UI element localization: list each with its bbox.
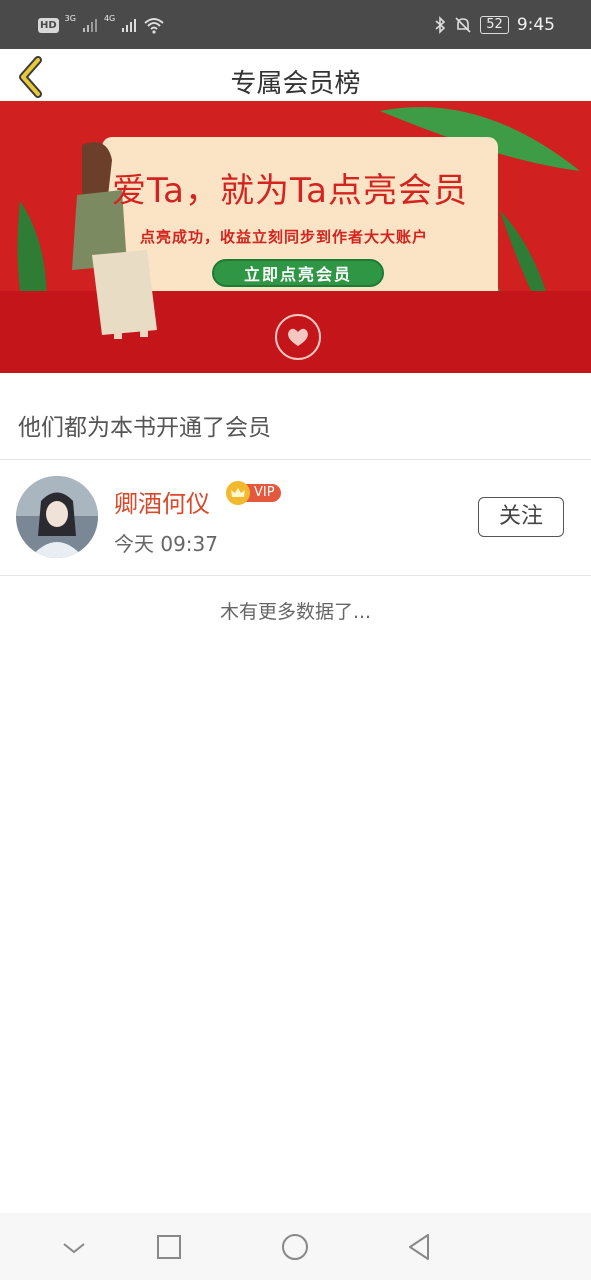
banner-subtitle: 点亮成功，收益立刻同步到作者大大账户: [140, 228, 429, 246]
status-right: 52 9:45: [434, 12, 555, 38]
nav-home-button[interactable]: [277, 1230, 313, 1266]
vip-badge: VIP: [226, 481, 281, 505]
banner-title: 爱Ta，就为Ta点亮会员: [112, 171, 468, 211]
light-up-member-button[interactable]: 立即点亮会员: [212, 259, 384, 287]
member-time: 今天 09:37: [114, 532, 218, 556]
no-more-data-text: 木有更多数据了...: [219, 601, 372, 623]
promo-banner[interactable]: 爱Ta，就为Ta点亮会员 点亮成功，收益立刻同步到作者大大账户 立即点亮会员: [0, 101, 591, 373]
app-header: 专属会员榜: [0, 49, 591, 101]
network-4g-label: 4G: [103, 13, 116, 23]
chevron-down-icon: [63, 1243, 85, 1254]
list-item[interactable]: 卿酒何仪 VIP 今天 09:37 关注: [0, 460, 591, 575]
heart-seal-icon: [275, 314, 321, 360]
nav-recents-button[interactable]: [151, 1230, 187, 1266]
status-bar: HD 3G 4G 52 9:45: [0, 0, 591, 49]
status-left: HD 3G 4G: [38, 12, 165, 38]
clock: 9:45: [516, 15, 555, 35]
crown-icon: [226, 481, 250, 505]
follow-button[interactable]: 关注: [478, 497, 564, 537]
mute-bell-icon: [455, 17, 471, 33]
signal-icon: [82, 19, 97, 32]
avatar[interactable]: [16, 476, 98, 558]
triangle-back-icon: [409, 1234, 429, 1260]
network-3g-label: 3G: [64, 13, 76, 23]
nav-down-button[interactable]: [56, 1230, 92, 1266]
page-title: 专属会员榜: [230, 69, 361, 99]
system-nav-bar: [0, 1213, 591, 1280]
bluetooth-icon: [435, 16, 446, 34]
circle-icon: [282, 1234, 308, 1260]
nav-back-button[interactable]: [402, 1230, 438, 1266]
square-icon: [157, 1235, 181, 1259]
wifi-icon: [144, 18, 164, 34]
battery-indicator: 52: [480, 16, 509, 34]
signal-icon-2: [122, 19, 137, 32]
hd-indicator: HD: [38, 17, 59, 33]
member-name: 卿酒何仪: [114, 490, 210, 518]
divider: [0, 575, 591, 576]
section-title: 他们都为本书开通了会员: [18, 415, 271, 441]
